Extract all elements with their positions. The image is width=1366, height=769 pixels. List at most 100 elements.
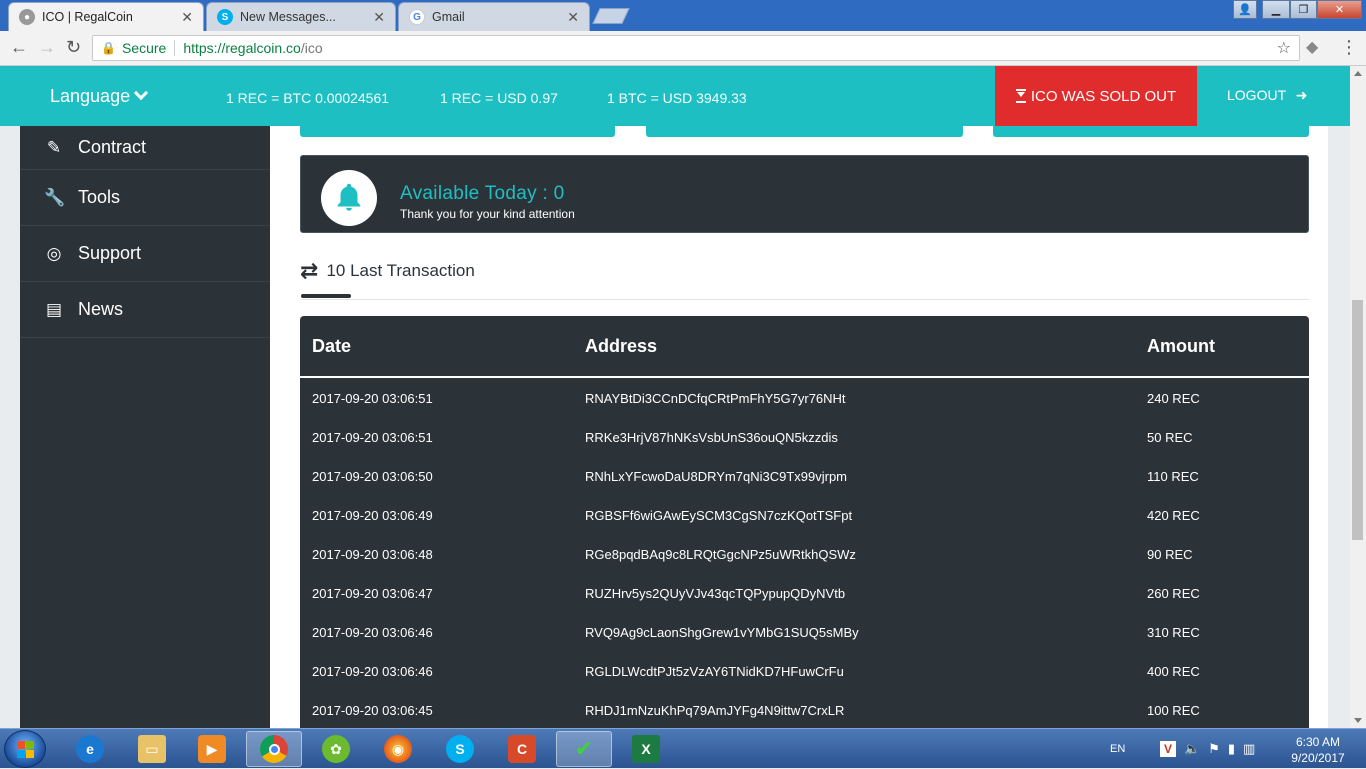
cell-date: 2017-09-20 03:06:45	[312, 703, 433, 718]
cell-amount: 260 REC	[1147, 586, 1200, 601]
bookmark-star-icon[interactable]: ☆	[1277, 38, 1291, 58]
tab-regalcoin[interactable]: ● ICO | RegalCoin ✕	[8, 2, 204, 31]
taskbar-excel[interactable]: X	[618, 731, 674, 767]
cell-date: 2017-09-20 03:06:51	[312, 391, 433, 406]
chrome-icon	[260, 735, 288, 763]
windows-taskbar: e ▭ ▶ ✿ ◉ S C ✔ X EN V 🔈 ⚑ ▮ ▥ 6:30 AM 9…	[0, 728, 1366, 768]
system-clock[interactable]: 6:30 AM 9/20/2017	[1283, 734, 1353, 766]
antivirus-icon[interactable]: V	[1160, 741, 1176, 757]
cell-date: 2017-09-20 03:06:46	[312, 625, 433, 640]
ico-sold-out-button[interactable]: ICO WAS SOLD OUT	[995, 66, 1197, 126]
taskbar-app-green[interactable]: ✿	[308, 731, 364, 767]
sidebar-item-label: Support	[78, 243, 142, 263]
chrome-menu-icon[interactable]: ⋮	[1340, 37, 1358, 58]
power-icon[interactable]: ▮	[1228, 741, 1235, 757]
page-viewport: Language 1 REC = BTC 0.00024561 1 REC = …	[0, 66, 1366, 728]
taskbar-skype[interactable]: S	[432, 731, 488, 767]
tab-gmail[interactable]: G Gmail ✕	[398, 2, 590, 31]
table-row: 2017-09-20 03:06:51 RNAYBtDi3CCnDCfqCRtPm…	[300, 379, 1309, 418]
stat-card-3	[993, 126, 1309, 137]
header-date: Date	[312, 335, 352, 356]
exchange-arrows-icon: ⇄	[300, 258, 319, 283]
cell-amount: 110 REC	[1147, 469, 1199, 484]
browser-toolbar: ← → ↻ 🔒 Secure https://regalcoin.co /ico…	[0, 31, 1366, 66]
green-app-icon: ✿	[322, 735, 350, 763]
taskbar-chrome[interactable]	[246, 731, 302, 767]
close-tab-icon[interactable]: ✕	[373, 9, 385, 26]
maximize-button[interactable]: ❐	[1290, 0, 1317, 19]
table-row: 2017-09-20 03:06:49 RGBSFf6wiGAwEySCM3CgS…	[300, 496, 1309, 535]
edit-icon: ✎	[46, 137, 62, 157]
cell-address: RNhLxYFcwoDaU8DRYm7qNi3C9Tx99vjrpm	[585, 469, 848, 484]
forward-arrow-icon[interactable]: →	[38, 37, 56, 58]
taskbar-media-player[interactable]: ▶	[184, 731, 240, 767]
stat-card-1	[300, 126, 615, 137]
taskbar-explorer[interactable]: ▭	[124, 731, 180, 767]
taskbar-firefox[interactable]: ◉	[370, 731, 426, 767]
skype-icon: S	[446, 735, 474, 763]
newspaper-icon: ▤	[45, 299, 63, 319]
sidebar: ✎ Contract 🔧 Tools ◎ Support ▤ News	[20, 126, 270, 728]
section-underline	[301, 294, 351, 298]
omnibox-separator	[174, 40, 176, 56]
soldout-label: ICO WAS SOLD OUT	[1030, 87, 1177, 105]
section-title-label: 10 Last Transaction	[326, 261, 475, 280]
extension-icon[interactable]: ◆	[1306, 37, 1318, 57]
address-bar[interactable]: 🔒 Secure https://regalcoin.co /ico ☆	[92, 35, 1300, 61]
language-label: EN	[1110, 743, 1126, 755]
new-tab-button[interactable]	[592, 8, 630, 24]
taskbar-checkmark-app[interactable]: ✔	[556, 731, 612, 767]
sidebar-item-contract[interactable]: ✎ Contract	[20, 126, 270, 170]
tab-messages[interactable]: S New Messages... ✕	[206, 2, 396, 31]
language-dropdown[interactable]: Language	[50, 85, 149, 107]
tab-title: New Messages...	[240, 10, 336, 24]
windows-logo-icon	[17, 741, 35, 759]
scroll-thumb[interactable]	[1352, 300, 1363, 540]
taskbar-ccleaner[interactable]: C	[494, 731, 550, 767]
sidebar-item-tools[interactable]: 🔧 Tools	[20, 170, 270, 226]
regalcoin-favicon-icon: ●	[19, 9, 35, 25]
notice-title: Available Today : 0	[400, 183, 565, 204]
cell-amount: 420 REC	[1147, 508, 1200, 523]
skype-favicon-icon: S	[217, 9, 233, 25]
clock-time: 6:30 AM	[1295, 735, 1341, 749]
reload-icon[interactable]: ↻	[66, 37, 81, 58]
user-profile-button[interactable]: 👤	[1233, 0, 1257, 19]
table-row: 2017-09-20 03:06:50 RNhLxYFcwoDaU8DRYm7qN…	[300, 457, 1309, 496]
cell-date: 2017-09-20 03:06:51	[312, 430, 433, 445]
scroll-down-icon[interactable]	[1354, 718, 1362, 723]
lifebuoy-icon: ◎	[46, 243, 62, 263]
volume-icon[interactable]: 🔈	[1184, 741, 1200, 757]
table-row: 2017-09-20 03:06:47 RUZHrv5ys2QUyVJv43qcT…	[300, 574, 1309, 613]
scroll-up-icon[interactable]	[1354, 71, 1362, 76]
table-row: 2017-09-20 03:06:45 RHDJ1mNzuKhPq79AmJYFg…	[300, 691, 1309, 728]
close-tab-icon[interactable]: ✕	[567, 9, 579, 26]
cell-date: 2017-09-20 03:06:49	[312, 508, 433, 523]
rate-rec-btc: 1 REC = BTC 0.00024561	[226, 90, 390, 106]
sidebar-item-label: News	[78, 299, 124, 319]
media-player-icon: ▶	[198, 735, 226, 763]
window-close-button[interactable]: ✕	[1317, 0, 1362, 19]
firefox-icon: ◉	[384, 735, 412, 763]
close-tab-icon[interactable]: ✕	[181, 9, 193, 26]
page-scrollbar[interactable]	[1350, 66, 1366, 728]
logout-button[interactable]: LOGOUT ➜	[1227, 87, 1308, 104]
main-content: Available Today : 0 Thank you for your k…	[270, 126, 1328, 728]
tab-title: Gmail	[432, 10, 465, 24]
notice-subtitle: Thank you for your kind attention	[400, 207, 575, 221]
minimize-button[interactable]: ▁	[1262, 0, 1290, 19]
cell-amount: 50 REC	[1147, 430, 1193, 445]
flag-icon[interactable]: ⚑	[1208, 741, 1220, 757]
ccleaner-icon: C	[508, 735, 536, 763]
section-divider	[301, 299, 1309, 300]
sidebar-item-label: Contract	[78, 137, 147, 157]
start-button[interactable]	[4, 730, 46, 768]
sidebar-item-support[interactable]: ◎ Support	[20, 226, 270, 282]
sidebar-item-news[interactable]: ▤ News	[20, 282, 270, 338]
network-icon[interactable]: ▥	[1243, 741, 1255, 757]
back-arrow-icon[interactable]: ←	[10, 37, 28, 58]
lock-icon: 🔒	[101, 41, 116, 55]
tray-icons: V 🔈 ⚑ ▮ ▥	[1160, 729, 1255, 769]
taskbar-ie[interactable]: e	[62, 731, 118, 767]
language-indicator[interactable]: EN	[1110, 729, 1125, 769]
